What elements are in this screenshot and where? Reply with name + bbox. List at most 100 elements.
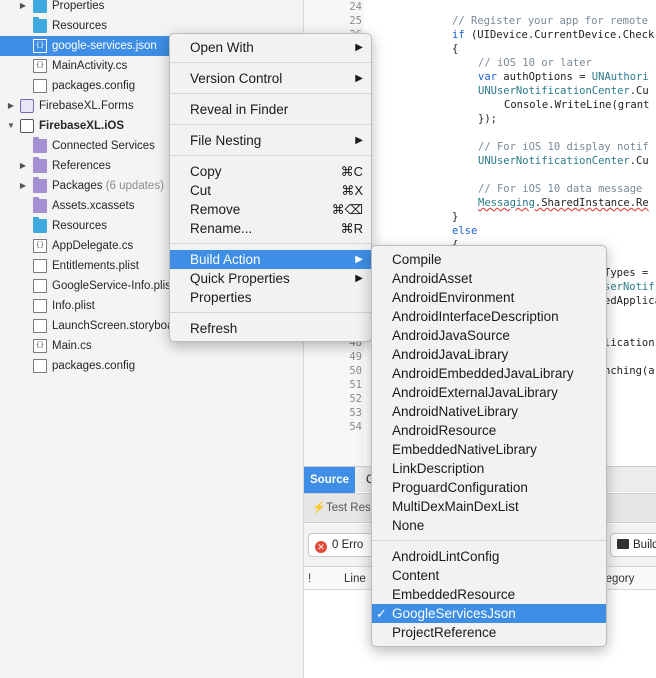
build-action-proguardconfiguration[interactable]: ProguardConfiguration (372, 478, 606, 497)
project-icon (20, 99, 34, 113)
menu-separator (170, 62, 371, 63)
tree-item-label: packages.config (52, 360, 136, 372)
code-line: if (UIDevice.CurrentDevice.Check (452, 29, 654, 41)
tree-item-label: packages.config (52, 80, 136, 92)
build-action-androidasset[interactable]: AndroidAsset (372, 269, 606, 288)
file-icon (33, 359, 47, 373)
build-action-androidjavasource[interactable]: AndroidJavaSource (372, 326, 606, 345)
code-line: UNUserNotificationCenter.Cu (478, 155, 649, 167)
line-number: 50 (349, 365, 362, 377)
code-keyword: var (478, 71, 497, 83)
build-action-androidexternaljavalibrary[interactable]: AndroidExternalJavaLibrary (372, 383, 606, 402)
build-action-googleservicesjson[interactable]: ✓ GoogleServicesJson (372, 604, 606, 623)
code-text: .SharedInstance.Re (534, 197, 649, 209)
build-action-embeddedresource[interactable]: EmbeddedResource (372, 585, 606, 604)
expand-arrow-icon[interactable]: ▶ (18, 156, 28, 176)
code-line: nching(a (604, 365, 655, 377)
code-line: { (452, 43, 459, 55)
menu-item-remove[interactable]: Remove ⌘⌫ (170, 200, 371, 219)
menu-separator (170, 93, 371, 94)
error-icon: ✕ (315, 541, 327, 553)
file-icon (33, 279, 47, 293)
menu-item-refresh[interactable]: Refresh (170, 319, 371, 338)
code-text: (UIDevice.CurrentDevice.Check (464, 29, 655, 41)
menu-item-open-with[interactable]: Open With ▶ (170, 38, 371, 57)
build-action-compile[interactable]: Compile (372, 250, 606, 269)
json-file-icon: {} (33, 39, 47, 53)
file-icon: {} (33, 239, 47, 253)
tree-item-label: GoogleService-Info.plist (52, 280, 175, 292)
folder-icon (33, 0, 47, 13)
menu-item-label: Remove (190, 202, 241, 217)
menu-item-label: LinkDescription (392, 461, 485, 476)
menu-item-label: File Nesting (190, 133, 262, 148)
expand-arrow-icon[interactable]: ▶ (18, 0, 28, 16)
tree-item-label: Main.cs (52, 340, 92, 352)
collapse-arrow-icon[interactable]: ▼ (6, 116, 16, 136)
line-number: 25 (349, 15, 362, 27)
errors-label: 0 Erro (332, 539, 364, 551)
tree-item-label: FirebaseXL.Forms (39, 100, 134, 112)
line-number: 24 (349, 1, 362, 13)
build-action-projectreference[interactable]: ProjectReference (372, 623, 606, 642)
menu-item-shortcut: ⌘C (340, 164, 363, 179)
pad-title[interactable]: Test Res (326, 502, 371, 514)
expand-arrow-icon[interactable]: ▶ (18, 176, 28, 196)
tab-source[interactable]: Source (304, 467, 355, 493)
menu-item-properties[interactable]: Properties (170, 288, 371, 307)
submenu-arrow-icon: ▶ (355, 273, 363, 284)
menu-item-version-control[interactable]: Version Control ▶ (170, 69, 371, 88)
build-action-androidnativelibrary[interactable]: AndroidNativeLibrary (372, 402, 606, 421)
tree-item-label: MainActivity.cs (52, 60, 128, 72)
build-action-content[interactable]: Content (372, 566, 606, 585)
tree-item-label: Connected Services (52, 140, 155, 152)
menu-item-cut[interactable]: Cut ⌘X (170, 181, 371, 200)
build-action-multidexmaindexlist[interactable]: MultiDexMainDexList (372, 497, 606, 516)
menu-item-label: None (392, 518, 425, 533)
build-action-none[interactable]: None (372, 516, 606, 535)
build-action-androidresource[interactable]: AndroidResource (372, 421, 606, 440)
build-action-submenu: Compile AndroidAsset AndroidEnvironment … (371, 245, 607, 647)
build-action-linkdescription[interactable]: LinkDescription (372, 459, 606, 478)
code-line: edApplica (604, 295, 656, 307)
build-action-embeddednativelibrary[interactable]: EmbeddedNativeLibrary (372, 440, 606, 459)
menu-separator (170, 124, 371, 125)
file-icon (33, 79, 47, 93)
menu-item-label: Quick Properties (190, 271, 290, 286)
tree-item-properties[interactable]: ▶ Properties (0, 0, 303, 16)
updates-count: (6 updates) (105, 180, 164, 192)
build-output-button[interactable]: Build (610, 533, 656, 557)
menu-item-label: Content (392, 568, 440, 583)
build-action-androidenvironment[interactable]: AndroidEnvironment (372, 288, 606, 307)
code-line: UNUserNotificationCenter.Cu (478, 85, 649, 97)
build-action-androidjavalibrary[interactable]: AndroidJavaLibrary (372, 345, 606, 364)
menu-item-reveal-in-finder[interactable]: Reveal in Finder (170, 100, 371, 119)
build-action-androidlintconfig[interactable]: AndroidLintConfig (372, 547, 606, 566)
column-header-severity[interactable]: ! (308, 567, 311, 591)
tree-item-label: FirebaseXL.iOS (39, 120, 125, 132)
build-action-androidinterfacedescription[interactable]: AndroidInterfaceDescription (372, 307, 606, 326)
tree-item-label: LaunchScreen.storyboard (52, 320, 184, 332)
menu-item-label: AndroidEmbeddedJavaLibrary (392, 366, 574, 381)
expand-arrow-icon[interactable]: ▶ (6, 96, 16, 116)
code-text: authOptions = (496, 71, 592, 83)
column-header-line[interactable]: Line (344, 567, 366, 591)
menu-item-file-nesting[interactable]: File Nesting ▶ (170, 131, 371, 150)
menu-item-rename[interactable]: Rename... ⌘R (170, 219, 371, 238)
code-type: UNUserNotificationCenter (478, 85, 630, 97)
menu-item-label: ProjectReference (392, 625, 497, 640)
tree-item-label: Entitlements.plist (52, 260, 139, 272)
file-icon (33, 259, 47, 273)
code-line: var authOptions = UNAuthori (478, 71, 649, 83)
menu-item-label: AndroidAsset (392, 271, 473, 286)
file-icon (33, 299, 47, 313)
menu-item-quick-properties[interactable]: Quick Properties ▶ (170, 269, 371, 288)
menu-item-copy[interactable]: Copy ⌘C (170, 162, 371, 181)
ios-project-icon (20, 119, 34, 133)
menu-item-build-action[interactable]: Build Action ▶ (170, 250, 371, 269)
build-action-androidembeddedjavalibrary[interactable]: AndroidEmbeddedJavaLibrary (372, 364, 606, 383)
tree-item-ios-packages-config[interactable]: packages.config (0, 356, 303, 376)
connected-services-icon (33, 137, 47, 153)
menu-item-label: AndroidJavaSource (392, 328, 510, 343)
menu-separator (170, 155, 371, 156)
